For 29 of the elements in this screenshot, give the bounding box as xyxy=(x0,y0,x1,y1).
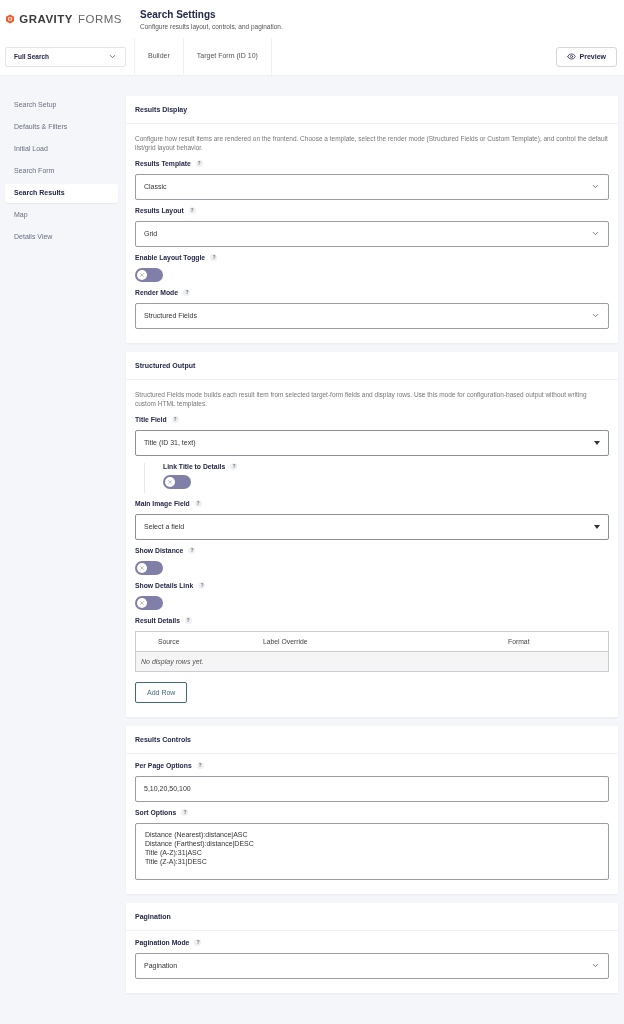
x-icon xyxy=(139,564,145,571)
help-icon[interactable] xyxy=(198,581,206,589)
help-icon[interactable] xyxy=(188,206,196,214)
logo-text: GRAVITY xyxy=(19,13,73,25)
x-icon xyxy=(167,478,173,485)
toggle-switch[interactable] xyxy=(135,595,163,610)
help-icon[interactable] xyxy=(188,546,196,554)
help-icon[interactable] xyxy=(194,938,202,946)
chevron-down-icon xyxy=(108,52,117,61)
help-icon[interactable] xyxy=(195,159,203,167)
x-icon xyxy=(139,271,145,278)
toggle-switch[interactable] xyxy=(163,474,191,489)
page-title: Search Settings xyxy=(140,8,217,20)
help-icon[interactable] xyxy=(196,761,204,769)
eye-icon xyxy=(566,52,576,61)
toggle-switch[interactable] xyxy=(135,267,163,282)
help-icon[interactable] xyxy=(194,499,202,507)
help-icon[interactable] xyxy=(183,288,191,296)
caret-icon xyxy=(594,524,600,529)
help-icon[interactable] xyxy=(230,462,238,470)
caret-icon xyxy=(594,440,600,445)
toggle-switch[interactable] xyxy=(135,560,163,575)
logo-text: FORMS xyxy=(77,13,122,25)
help-icon[interactable] xyxy=(171,415,179,423)
help-icon[interactable] xyxy=(210,253,218,261)
help-icon[interactable] xyxy=(181,808,189,816)
help-icon[interactable] xyxy=(184,616,192,624)
logo-icon xyxy=(6,12,15,26)
x-icon xyxy=(139,599,145,606)
